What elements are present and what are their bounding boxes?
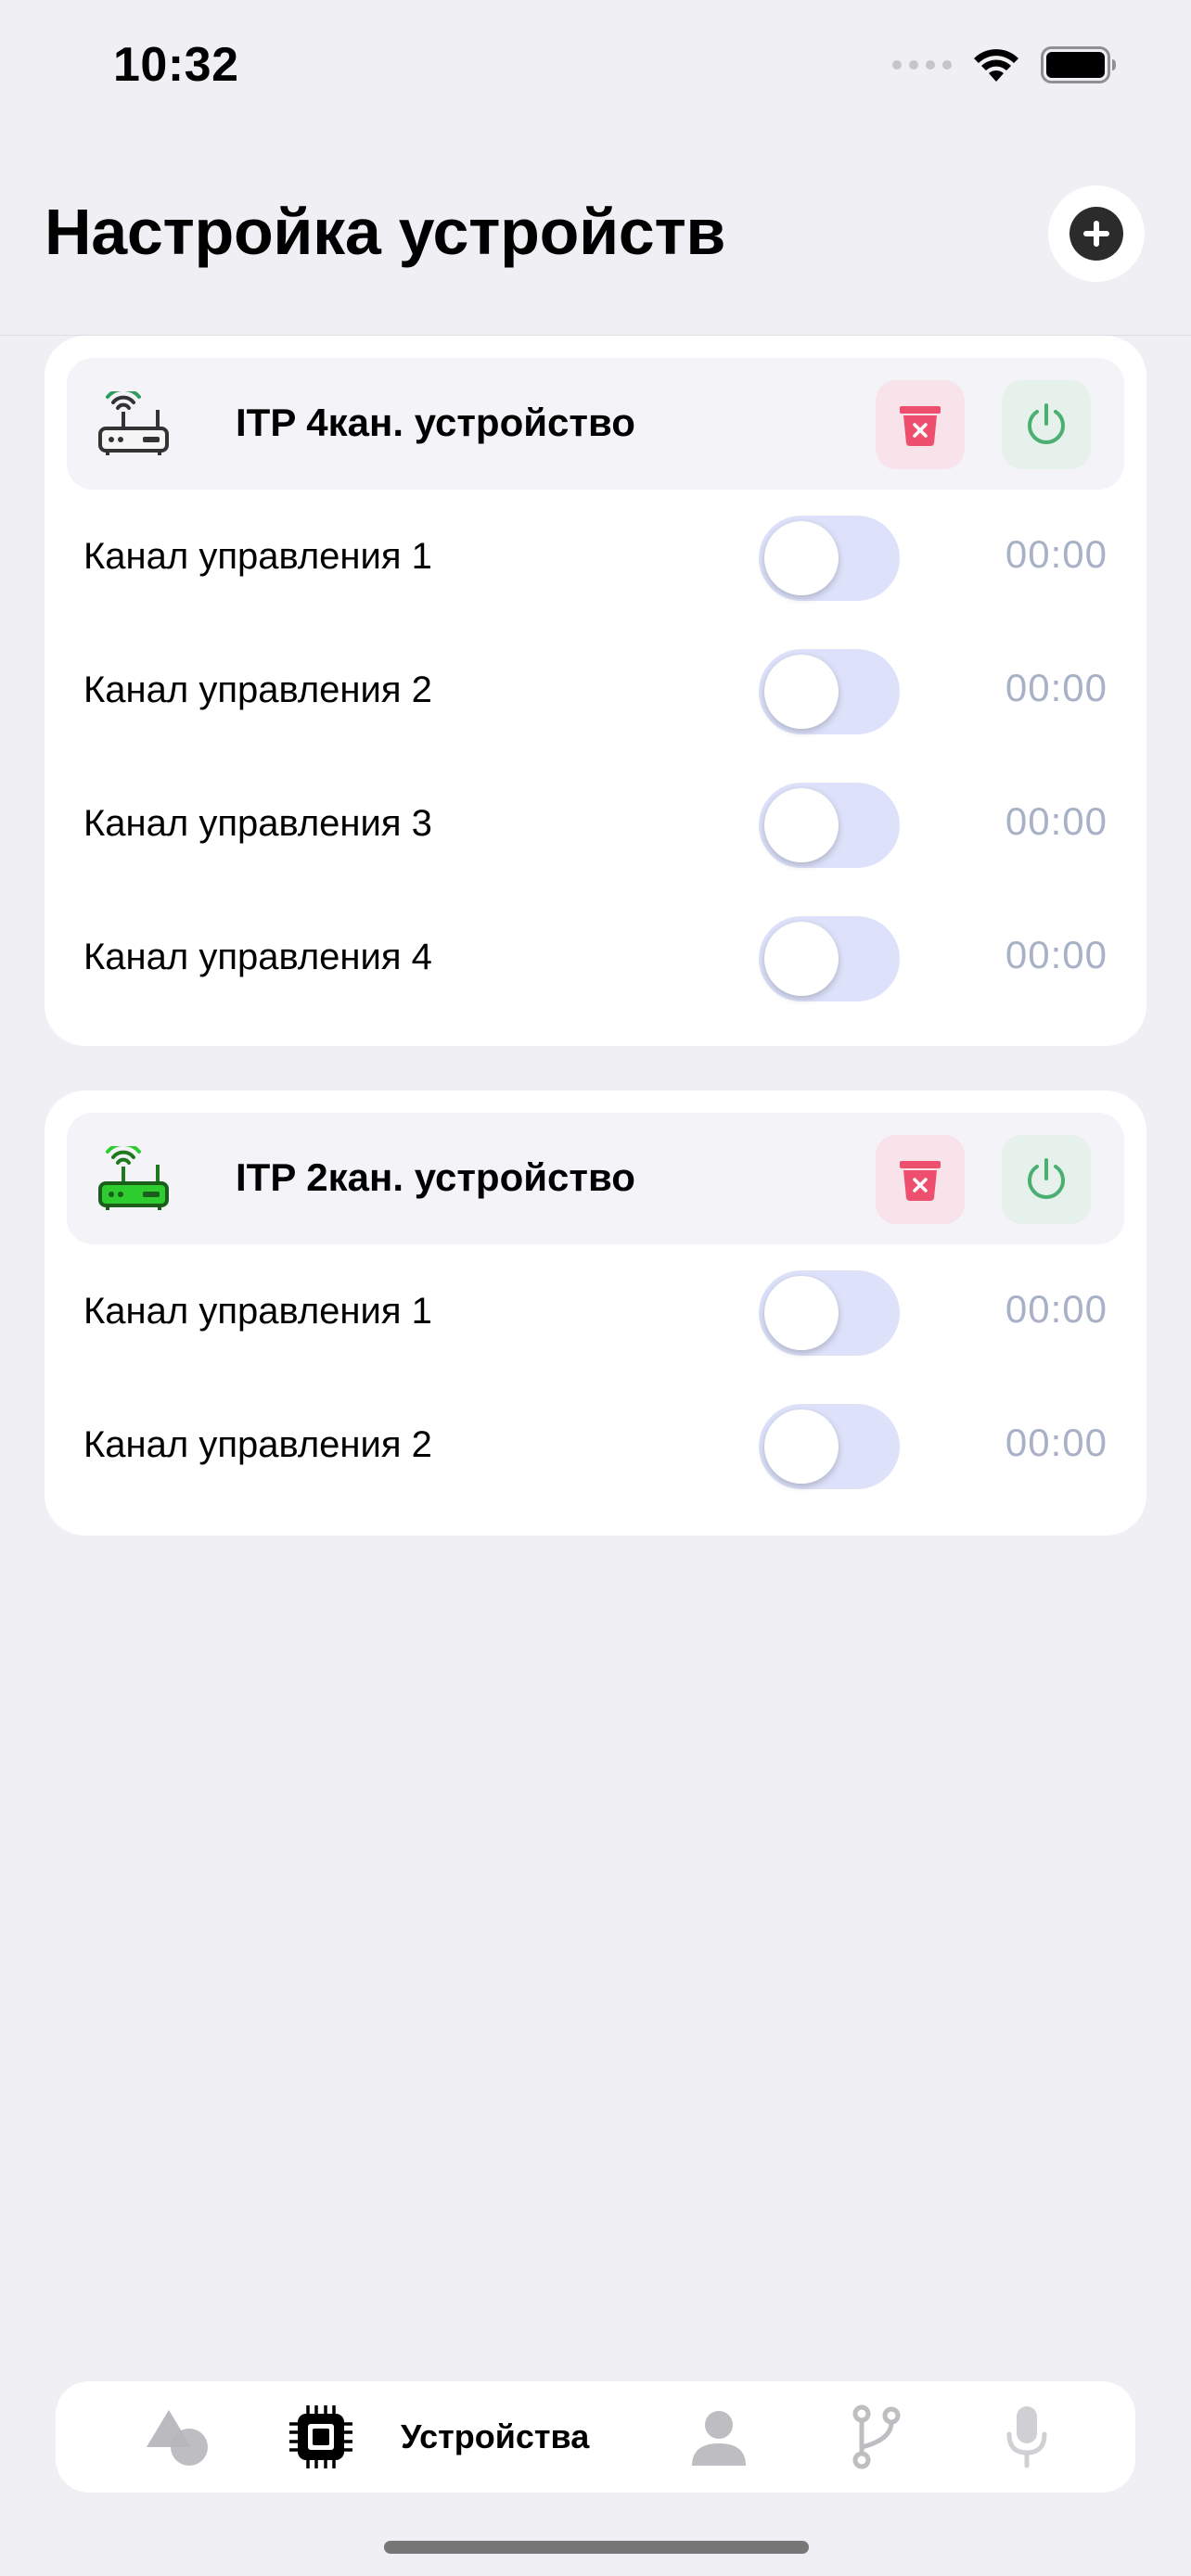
channel-timer[interactable]: 00:00	[1005, 799, 1108, 844]
channel-timer[interactable]: 00:00	[1005, 933, 1108, 977]
channel-timer[interactable]: 00:00	[1005, 1421, 1108, 1465]
channel-row: Канал управления 2 00:00	[45, 1378, 1146, 1511]
channel-label: Канал управления 3	[83, 803, 432, 844]
channel-row: Канал управления 3 00:00	[45, 757, 1146, 890]
tab-profile[interactable]	[677, 2400, 761, 2474]
channel-toggle[interactable]	[759, 1270, 900, 1356]
power-icon	[1028, 1158, 1065, 1199]
header: Настройка устройств	[0, 130, 1191, 336]
tab-devices[interactable]: Устройства	[288, 2400, 659, 2474]
channel-row: Канал управления 1 00:00	[45, 490, 1146, 623]
chip-icon	[289, 2405, 352, 2468]
tab-devices-label: Устройства	[401, 2417, 590, 2455]
channel-label: Канал управления 4	[83, 937, 432, 977]
channel-timer[interactable]: 00:00	[1005, 532, 1108, 577]
power-button[interactable]	[1002, 1135, 1091, 1224]
trash-icon	[900, 1161, 941, 1201]
channel-row: Канал управления 2 00:00	[45, 623, 1146, 757]
device-name: ITP 4кан. устройство	[236, 401, 635, 444]
tab-voice[interactable]	[985, 2400, 1069, 2474]
tab-shapes[interactable]	[137, 2400, 221, 2474]
branch-icon	[852, 2404, 901, 2469]
router-icon	[98, 391, 169, 455]
page-title: Настройка устройств	[45, 196, 726, 268]
channel-label: Канал управления 2	[83, 670, 432, 710]
battery-icon	[1041, 46, 1116, 83]
device-name: ITP 2кан. устройство	[236, 1155, 635, 1199]
delete-device-button[interactable]	[876, 1135, 965, 1224]
home-indicator	[384, 2541, 809, 2554]
router-icon	[98, 1146, 169, 1210]
device-card: ITP 4кан. устройство Канал управления 1 …	[45, 336, 1146, 1046]
status-bar: 10:32	[0, 0, 1191, 130]
channel-toggle[interactable]	[759, 1404, 900, 1489]
channel-timer[interactable]: 00:00	[1005, 1287, 1108, 1332]
status-time: 10:32	[113, 38, 239, 92]
tab-automation[interactable]	[835, 2400, 918, 2474]
add-device-button[interactable]	[1048, 185, 1145, 282]
channel-toggle[interactable]	[759, 916, 900, 1001]
device-card-header: ITP 2кан. устройство	[67, 1113, 1124, 1244]
channel-timer[interactable]: 00:00	[1005, 666, 1108, 710]
delete-device-button[interactable]	[876, 380, 965, 469]
status-icons	[892, 46, 1117, 83]
wifi-icon	[974, 49, 1018, 82]
channel-label: Канал управления 1	[83, 1291, 432, 1332]
shapes-icon	[147, 2410, 208, 2466]
person-icon	[692, 2411, 746, 2466]
trash-icon	[900, 406, 941, 446]
signal-dots-icon	[892, 60, 952, 70]
channel-row: Канал управления 1 00:00	[45, 1244, 1146, 1378]
channel-row: Канал управления 4 00:00	[45, 890, 1146, 1024]
channel-toggle[interactable]	[759, 783, 900, 868]
channel-toggle[interactable]	[759, 516, 900, 601]
device-settings-screen: 10:32 Настройка устройств ITP 4кан. устр…	[0, 0, 1191, 2576]
power-icon	[1028, 403, 1065, 444]
channel-label: Канал управления 2	[83, 1424, 432, 1465]
tab-bar: Устройства	[56, 2381, 1135, 2493]
microphone-icon	[1006, 2406, 1047, 2468]
channel-label: Канал управления 1	[83, 536, 432, 577]
plus-circle-icon	[1069, 207, 1123, 261]
power-button[interactable]	[1002, 380, 1091, 469]
channel-toggle[interactable]	[759, 649, 900, 734]
device-card-header: ITP 4кан. устройство	[67, 358, 1124, 490]
device-card: ITP 2кан. устройство Канал управления 1 …	[45, 1090, 1146, 1536]
